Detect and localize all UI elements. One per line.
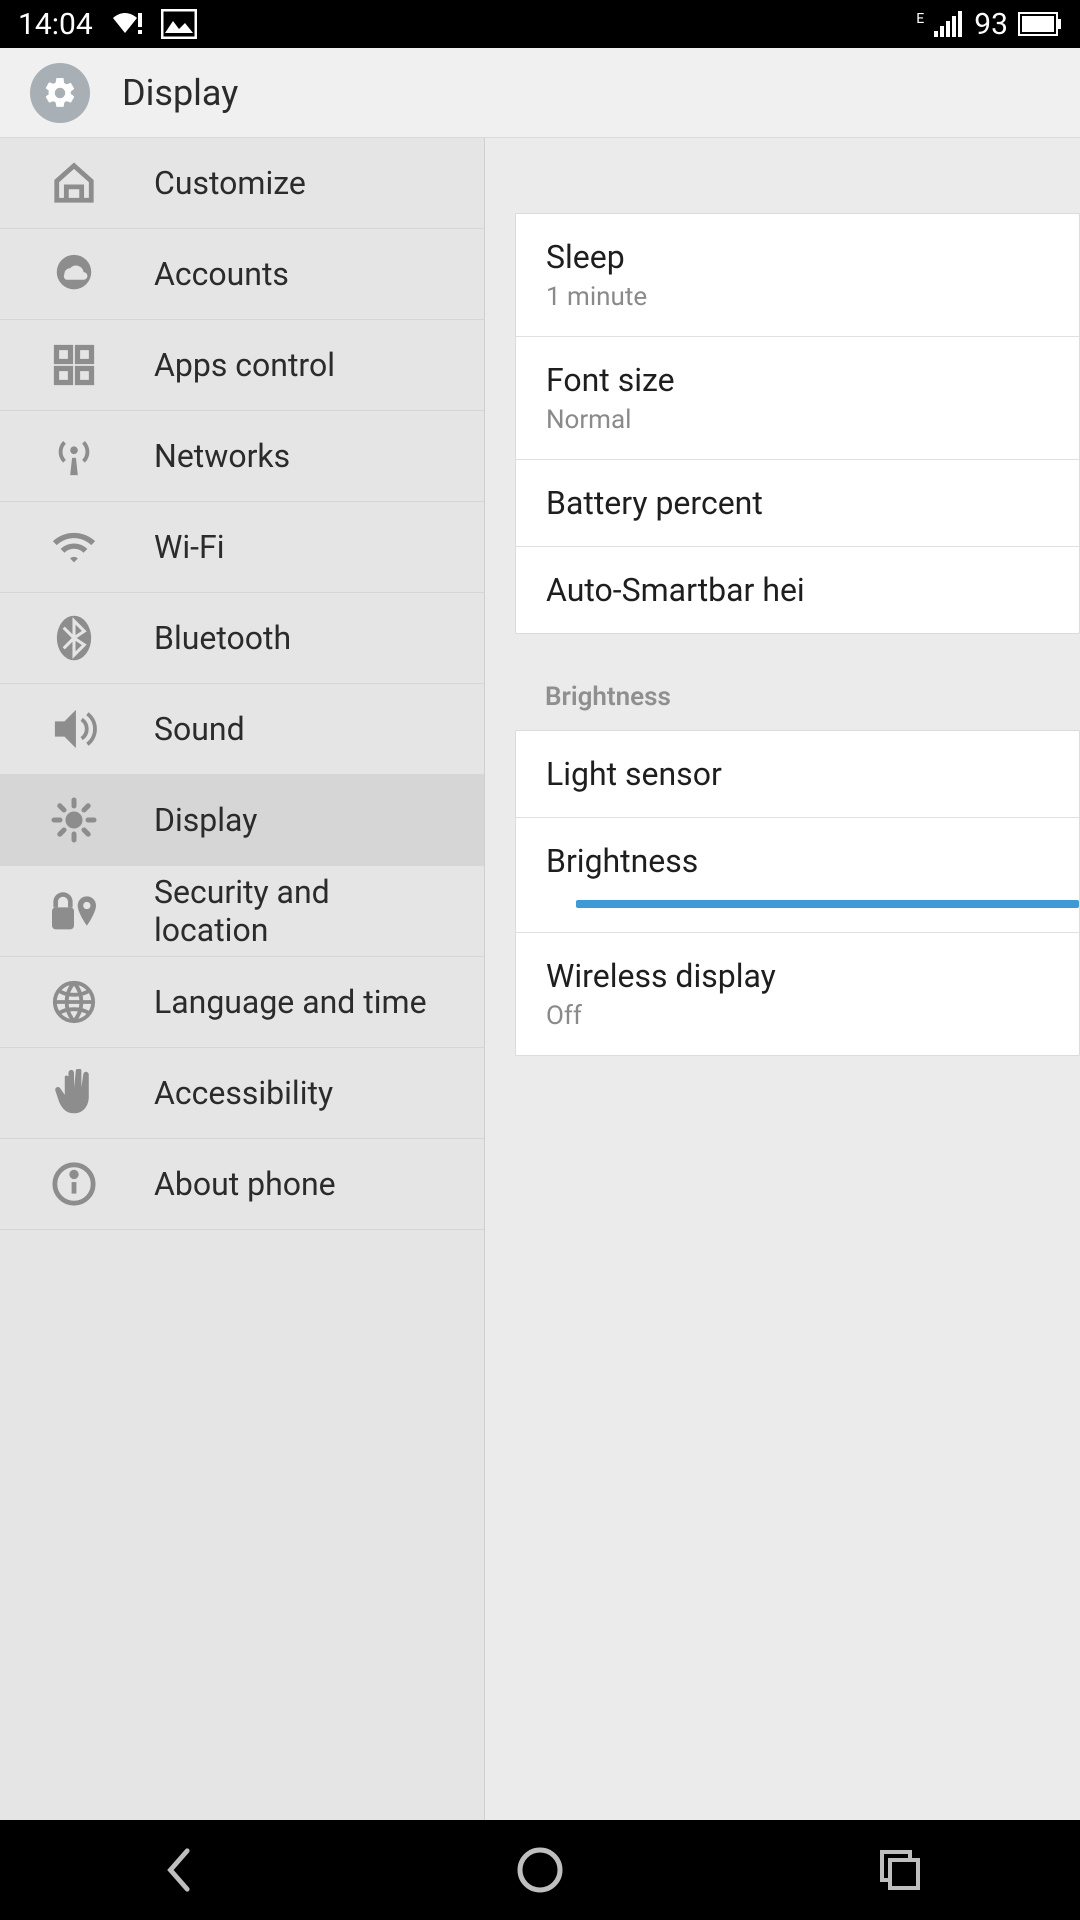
home-icon (50, 160, 98, 206)
detail-pane: Sleep 1 minute Font size Normal Battery perc… (485, 138, 1080, 1820)
battery-icon (1018, 12, 1062, 36)
sidebar-item-label: Customize (154, 164, 306, 202)
network-type-badge: E (916, 11, 924, 27)
info-icon (50, 1161, 98, 1207)
sidebar-item-display[interactable]: Display (0, 775, 484, 866)
sidebar-item-wi-fi[interactable]: Wi-Fi (0, 502, 484, 593)
row-title: Sleep (546, 238, 1079, 276)
sidebar-item-customize[interactable]: Customize (0, 138, 484, 229)
row-title: Battery percent (546, 484, 1079, 522)
sidebar-item-label: Wi-Fi (154, 528, 224, 566)
cloud-bubble-icon (50, 251, 98, 297)
row-title: Wireless display (546, 957, 1079, 995)
gear-icon (30, 63, 90, 123)
row-subtitle: Off (546, 1001, 1079, 1031)
cellular-signal-icon (934, 11, 964, 37)
antenna-icon (50, 433, 98, 479)
battery-percent: 93 (974, 7, 1008, 42)
sidebar-item-label: Language and time (154, 983, 427, 1021)
sidebar-item-label: Security and location (154, 873, 434, 949)
setting-row-sleep[interactable]: Sleep 1 minute (516, 214, 1079, 337)
row-title: Light sensor (546, 755, 1079, 793)
hand-icon (50, 1069, 98, 1117)
wifi-icon (50, 527, 98, 567)
recent-apps-button[interactable] (870, 1840, 930, 1900)
setting-row-battery-percent[interactable]: Battery percent (516, 460, 1079, 547)
sidebar-item-label: About phone (154, 1165, 336, 1203)
setting-row-auto-smartbar-hei[interactable]: Auto-Smartbar hei (516, 547, 1079, 633)
setting-row-brightness[interactable]: Brightness (516, 818, 1079, 933)
row-title: Auto-Smartbar hei (546, 571, 1079, 609)
sidebar-item-bluetooth[interactable]: Bluetooth (0, 593, 484, 684)
globe-icon (50, 979, 98, 1025)
sidebar-item-label: Accessibility (154, 1074, 333, 1112)
page-header: Display (0, 48, 1080, 138)
bluetooth-icon (50, 614, 98, 662)
sidebar-item-accounts[interactable]: Accounts (0, 229, 484, 320)
grid-icon (50, 344, 98, 386)
sidebar-item-accessibility[interactable]: Accessibility (0, 1048, 484, 1139)
status-bar: 14:04 E 93 (0, 0, 1080, 48)
brightness-icon (50, 796, 98, 844)
row-subtitle: Normal (546, 405, 1079, 435)
sidebar-item-language-and-time[interactable]: Language and time (0, 957, 484, 1048)
sidebar-item-label: Display (154, 801, 257, 839)
home-button[interactable] (510, 1840, 570, 1900)
picture-icon (161, 9, 197, 39)
sidebar-item-label: Networks (154, 437, 290, 475)
setting-row-font-size[interactable]: Font size Normal (516, 337, 1079, 460)
settings-sidebar[interactable]: Customize Accounts Apps control Networks Wi-… (0, 138, 485, 1820)
sidebar-item-label: Apps control (154, 346, 335, 384)
wifi-alert-icon (111, 11, 143, 37)
sidebar-item-sound[interactable]: Sound (0, 684, 484, 775)
sidebar-item-security-and-location[interactable]: Security and location (0, 866, 484, 957)
row-subtitle: 1 minute (546, 282, 1079, 312)
sidebar-item-apps-control[interactable]: Apps control (0, 320, 484, 411)
speaker-icon (50, 708, 98, 750)
system-navbar (0, 1820, 1080, 1920)
page-title: Display (122, 72, 238, 114)
brightness-slider[interactable] (576, 900, 1079, 908)
back-button[interactable] (150, 1840, 210, 1900)
sidebar-item-label: Sound (154, 710, 245, 748)
status-time: 14:04 (18, 7, 93, 42)
setting-row-wireless-display[interactable]: Wireless display Off (516, 933, 1079, 1055)
sidebar-item-networks[interactable]: Networks (0, 411, 484, 502)
sidebar-item-about-phone[interactable]: About phone (0, 1139, 484, 1230)
sidebar-item-label: Accounts (154, 255, 289, 293)
row-title: Brightness (546, 842, 1079, 880)
setting-row-light-sensor[interactable]: Light sensor (516, 731, 1079, 818)
section-label-brightness: Brightness (515, 664, 1080, 730)
sidebar-item-label: Bluetooth (154, 619, 291, 657)
lock-pin-icon (50, 889, 98, 933)
row-title: Font size (546, 361, 1079, 399)
